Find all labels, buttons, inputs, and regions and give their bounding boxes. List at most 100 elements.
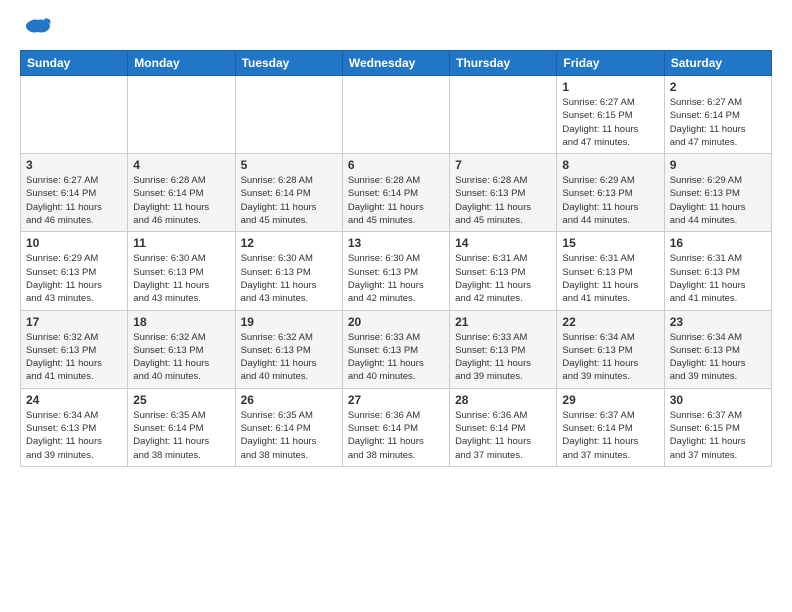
day-info: Sunrise: 6:30 AM Sunset: 6:13 PM Dayligh…: [241, 252, 337, 305]
day-number: 25: [133, 393, 229, 407]
day-info: Sunrise: 6:29 AM Sunset: 6:13 PM Dayligh…: [562, 174, 658, 227]
calendar-cell: 2 Sunrise: 6:27 AM Sunset: 6:14 PM Daylig…: [664, 76, 771, 154]
day-info: Sunrise: 6:37 AM Sunset: 6:14 PM Dayligh…: [562, 409, 658, 462]
calendar-cell: 24 Sunrise: 6:34 AM Sunset: 6:13 PM Dayli…: [21, 388, 128, 466]
day-number: 14: [455, 236, 551, 250]
calendar-cell: 10 Sunrise: 6:29 AM Sunset: 6:13 PM Dayli…: [21, 232, 128, 310]
logo-bird-icon: [24, 16, 52, 40]
page: SundayMondayTuesdayWednesdayThursdayFrid…: [0, 0, 792, 483]
calendar-cell: [21, 76, 128, 154]
day-number: 7: [455, 158, 551, 172]
calendar-cell: 21 Sunrise: 6:33 AM Sunset: 6:13 PM Dayli…: [450, 310, 557, 388]
calendar: SundayMondayTuesdayWednesdayThursdayFrid…: [20, 50, 772, 467]
day-info: Sunrise: 6:30 AM Sunset: 6:13 PM Dayligh…: [133, 252, 229, 305]
day-info: Sunrise: 6:34 AM Sunset: 6:13 PM Dayligh…: [26, 409, 122, 462]
day-number: 26: [241, 393, 337, 407]
day-number: 19: [241, 315, 337, 329]
calendar-cell: 28 Sunrise: 6:36 AM Sunset: 6:14 PM Dayli…: [450, 388, 557, 466]
day-number: 4: [133, 158, 229, 172]
calendar-cell: 30 Sunrise: 6:37 AM Sunset: 6:15 PM Dayli…: [664, 388, 771, 466]
day-number: 11: [133, 236, 229, 250]
calendar-cell: [235, 76, 342, 154]
calendar-header-thursday: Thursday: [450, 51, 557, 76]
day-number: 12: [241, 236, 337, 250]
calendar-cell: 23 Sunrise: 6:34 AM Sunset: 6:13 PM Dayli…: [664, 310, 771, 388]
calendar-cell: 9 Sunrise: 6:29 AM Sunset: 6:13 PM Daylig…: [664, 154, 771, 232]
day-info: Sunrise: 6:35 AM Sunset: 6:14 PM Dayligh…: [241, 409, 337, 462]
calendar-week-3: 17Sunrise: 6:32 AM Sunset: 6:13 PM Dayli…: [21, 310, 772, 388]
day-info: Sunrise: 6:32 AM Sunset: 6:13 PM Dayligh…: [133, 331, 229, 384]
calendar-header-monday: Monday: [128, 51, 235, 76]
calendar-header-row: SundayMondayTuesdayWednesdayThursdayFrid…: [21, 51, 772, 76]
day-info: Sunrise: 6:31 AM Sunset: 6:13 PM Dayligh…: [455, 252, 551, 305]
calendar-cell: 7 Sunrise: 6:28 AM Sunset: 6:13 PM Daylig…: [450, 154, 557, 232]
calendar-cell: 26 Sunrise: 6:35 AM Sunset: 6:14 PM Dayli…: [235, 388, 342, 466]
calendar-cell: 4 Sunrise: 6:28 AM Sunset: 6:14 PM Daylig…: [128, 154, 235, 232]
day-info: Sunrise: 6:29 AM Sunset: 6:13 PM Dayligh…: [26, 252, 122, 305]
day-info: Sunrise: 6:27 AM Sunset: 6:14 PM Dayligh…: [26, 174, 122, 227]
day-info: Sunrise: 6:29 AM Sunset: 6:13 PM Dayligh…: [670, 174, 766, 227]
day-number: 24: [26, 393, 122, 407]
day-info: Sunrise: 6:28 AM Sunset: 6:14 PM Dayligh…: [241, 174, 337, 227]
day-info: Sunrise: 6:30 AM Sunset: 6:13 PM Dayligh…: [348, 252, 444, 305]
calendar-cell: [450, 76, 557, 154]
day-info: Sunrise: 6:32 AM Sunset: 6:13 PM Dayligh…: [26, 331, 122, 384]
calendar-week-2: 10 Sunrise: 6:29 AM Sunset: 6:13 PM Dayli…: [21, 232, 772, 310]
calendar-week-0: 1Sunrise: 6:27 AM Sunset: 6:15 PM Daylig…: [21, 76, 772, 154]
calendar-cell: 1Sunrise: 6:27 AM Sunset: 6:15 PM Daylig…: [557, 76, 664, 154]
day-number: 21: [455, 315, 551, 329]
calendar-cell: 29 Sunrise: 6:37 AM Sunset: 6:14 PM Dayli…: [557, 388, 664, 466]
day-info: Sunrise: 6:28 AM Sunset: 6:14 PM Dayligh…: [348, 174, 444, 227]
day-number: 28: [455, 393, 551, 407]
calendar-cell: 3 Sunrise: 6:27 AM Sunset: 6:14 PM Daylig…: [21, 154, 128, 232]
calendar-cell: 18 Sunrise: 6:32 AM Sunset: 6:13 PM Dayli…: [128, 310, 235, 388]
day-number: 30: [670, 393, 766, 407]
day-info: Sunrise: 6:37 AM Sunset: 6:15 PM Dayligh…: [670, 409, 766, 462]
day-number: 10: [26, 236, 122, 250]
calendar-week-1: 3 Sunrise: 6:27 AM Sunset: 6:14 PM Daylig…: [21, 154, 772, 232]
day-info: Sunrise: 6:33 AM Sunset: 6:13 PM Dayligh…: [348, 331, 444, 384]
day-info: Sunrise: 6:27 AM Sunset: 6:14 PM Dayligh…: [670, 96, 766, 149]
day-info: Sunrise: 6:28 AM Sunset: 6:14 PM Dayligh…: [133, 174, 229, 227]
day-number: 29: [562, 393, 658, 407]
calendar-header-friday: Friday: [557, 51, 664, 76]
calendar-header-saturday: Saturday: [664, 51, 771, 76]
calendar-header-wednesday: Wednesday: [342, 51, 449, 76]
day-info: Sunrise: 6:28 AM Sunset: 6:13 PM Dayligh…: [455, 174, 551, 227]
day-info: Sunrise: 6:36 AM Sunset: 6:14 PM Dayligh…: [348, 409, 444, 462]
calendar-cell: 16Sunrise: 6:31 AM Sunset: 6:13 PM Dayli…: [664, 232, 771, 310]
day-number: 9: [670, 158, 766, 172]
calendar-cell: [128, 76, 235, 154]
day-number: 23: [670, 315, 766, 329]
calendar-cell: 15 Sunrise: 6:31 AM Sunset: 6:13 PM Dayli…: [557, 232, 664, 310]
day-info: Sunrise: 6:31 AM Sunset: 6:13 PM Dayligh…: [670, 252, 766, 305]
calendar-header-sunday: Sunday: [21, 51, 128, 76]
day-number: 1: [562, 80, 658, 94]
calendar-week-4: 24 Sunrise: 6:34 AM Sunset: 6:13 PM Dayli…: [21, 388, 772, 466]
day-info: Sunrise: 6:36 AM Sunset: 6:14 PM Dayligh…: [455, 409, 551, 462]
day-info: Sunrise: 6:35 AM Sunset: 6:14 PM Dayligh…: [133, 409, 229, 462]
calendar-cell: 25 Sunrise: 6:35 AM Sunset: 6:14 PM Dayli…: [128, 388, 235, 466]
day-number: 27: [348, 393, 444, 407]
day-info: Sunrise: 6:34 AM Sunset: 6:13 PM Dayligh…: [670, 331, 766, 384]
logo: [20, 16, 54, 40]
day-number: 15: [562, 236, 658, 250]
calendar-cell: 14 Sunrise: 6:31 AM Sunset: 6:13 PM Dayli…: [450, 232, 557, 310]
day-info: Sunrise: 6:32 AM Sunset: 6:13 PM Dayligh…: [241, 331, 337, 384]
calendar-cell: 8Sunrise: 6:29 AM Sunset: 6:13 PM Daylig…: [557, 154, 664, 232]
day-number: 2: [670, 80, 766, 94]
day-number: 6: [348, 158, 444, 172]
day-info: Sunrise: 6:33 AM Sunset: 6:13 PM Dayligh…: [455, 331, 551, 384]
header: [20, 16, 772, 40]
calendar-cell: 5Sunrise: 6:28 AM Sunset: 6:14 PM Daylig…: [235, 154, 342, 232]
day-number: 3: [26, 158, 122, 172]
day-number: 13: [348, 236, 444, 250]
day-number: 18: [133, 315, 229, 329]
calendar-cell: 19 Sunrise: 6:32 AM Sunset: 6:13 PM Dayli…: [235, 310, 342, 388]
calendar-cell: [342, 76, 449, 154]
calendar-cell: 11 Sunrise: 6:30 AM Sunset: 6:13 PM Dayli…: [128, 232, 235, 310]
day-info: Sunrise: 6:31 AM Sunset: 6:13 PM Dayligh…: [562, 252, 658, 305]
day-number: 22: [562, 315, 658, 329]
calendar-cell: 17Sunrise: 6:32 AM Sunset: 6:13 PM Dayli…: [21, 310, 128, 388]
calendar-cell: 12 Sunrise: 6:30 AM Sunset: 6:13 PM Dayli…: [235, 232, 342, 310]
